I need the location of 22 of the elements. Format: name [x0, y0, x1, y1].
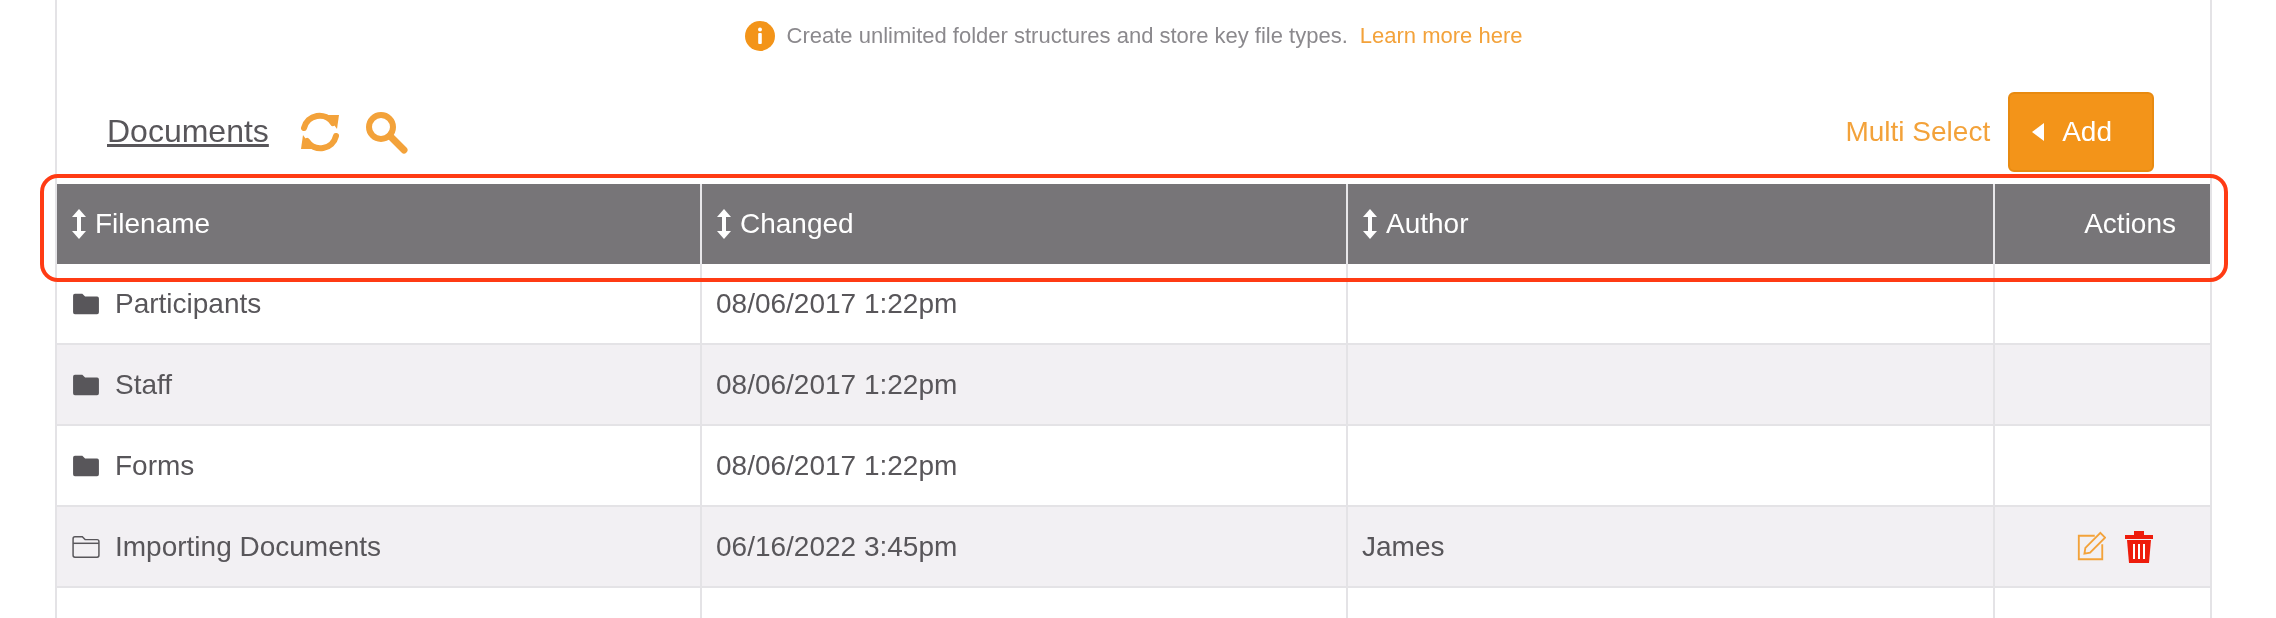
caret-icon	[2032, 122, 2045, 141]
author-cell: James	[1348, 507, 1995, 588]
sort-icon[interactable]	[71, 208, 87, 240]
column-header[interactable]: Author	[1348, 184, 1995, 264]
column-header[interactable]: Changed	[702, 184, 1348, 264]
folder-icon	[71, 453, 101, 478]
filename-cell[interactable]: Staff	[57, 345, 702, 426]
notice-text: Create unlimited folder structures and store key file types.	[786, 22, 1348, 49]
sort-icon[interactable]	[716, 208, 732, 240]
date-cell: 08/06/2017 1:22pm	[702, 345, 1348, 426]
sort-icon[interactable]	[1362, 208, 1378, 240]
add-button[interactable]: Add	[2008, 91, 2154, 172]
date-cell: 06/16/2022 3:45pm	[702, 507, 1348, 588]
column-header[interactable]: Filename	[57, 184, 702, 264]
filename-cell[interactable]: Importing Documents	[57, 507, 702, 588]
folder-icon	[71, 534, 101, 559]
trash-icon[interactable]	[2124, 530, 2154, 563]
info-icon	[744, 20, 775, 51]
folder-icon	[71, 372, 101, 397]
folder-icon	[71, 291, 101, 316]
column-header: Actions	[1995, 184, 2210, 264]
documents-title[interactable]: Documents	[107, 113, 269, 151]
